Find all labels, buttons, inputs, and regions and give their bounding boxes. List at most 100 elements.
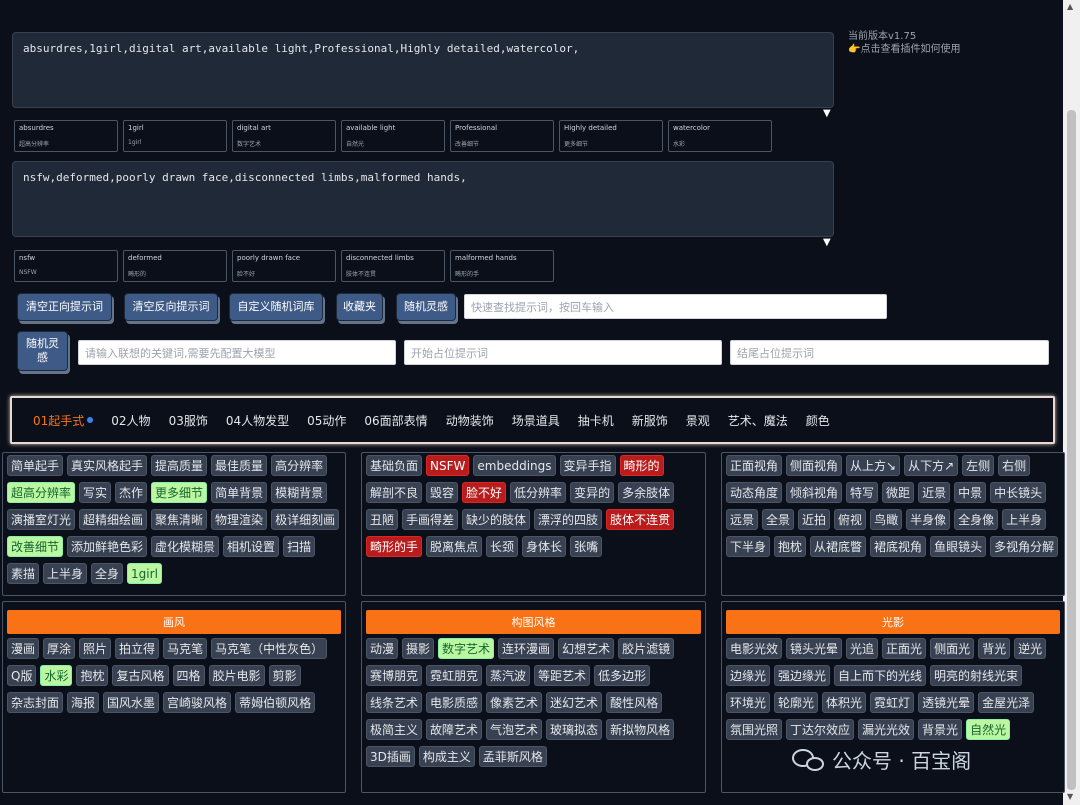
prompt-chip[interactable]: 构成主义: [418, 746, 475, 767]
prompt-chip[interactable]: 相机设置: [223, 536, 280, 557]
tab-1[interactable]: 02人物: [102, 412, 159, 429]
prompt-chip[interactable]: 毁容: [426, 482, 459, 503]
prompt-chip[interactable]: 极详细刻画: [271, 509, 340, 530]
prompt-chip[interactable]: 全身像: [954, 509, 999, 530]
tab-9[interactable]: 新服饰: [623, 412, 677, 429]
prompt-chip[interactable]: 畸形的手: [366, 536, 423, 557]
positive-tag[interactable]: digital art 数字艺术: [232, 120, 336, 152]
prompt-chip[interactable]: 透镜光晕: [918, 692, 975, 713]
prompt-chip[interactable]: 手画得差: [402, 509, 459, 530]
prompt-chip[interactable]: 素描: [7, 563, 40, 584]
prompt-chip[interactable]: 脸不好: [462, 482, 507, 503]
tab-5[interactable]: 06面部表情: [355, 412, 436, 429]
tab-12[interactable]: 颜色: [797, 412, 839, 429]
positive-tag[interactable]: Highly detailed 更多细节: [559, 120, 663, 152]
prompt-chip[interactable]: 漏光光效: [858, 719, 915, 740]
prompt-chip[interactable]: 改善细节: [7, 536, 64, 557]
prompt-chip[interactable]: 自然光: [966, 719, 1011, 740]
quick-search-input[interactable]: 快速查找提示词，按回车输入: [464, 294, 887, 319]
prompt-chip[interactable]: 近景: [918, 482, 951, 503]
random-inspiration-llm-button[interactable]: 随机灵感: [17, 331, 68, 371]
clear-negative-button[interactable]: 清空反向提示词: [124, 293, 218, 321]
prompt-chip[interactable]: 扫描: [283, 536, 316, 557]
prompt-chip[interactable]: 倾斜视角: [786, 482, 843, 503]
tab-10[interactable]: 景观: [677, 412, 719, 429]
prompt-chip[interactable]: NSFW: [426, 455, 470, 476]
prompt-chip[interactable]: 轮廓光: [774, 692, 819, 713]
prompt-chip[interactable]: 剪影: [268, 665, 301, 686]
positive-tag[interactable]: absurdres 超高分辨率: [14, 120, 118, 152]
prompt-chip[interactable]: 线条艺术: [366, 692, 423, 713]
prompt-chip[interactable]: 低分辨率: [510, 482, 567, 503]
prompt-chip[interactable]: embeddings: [473, 455, 556, 476]
tab-7[interactable]: 场景道具: [503, 412, 569, 429]
prompt-chip[interactable]: 气泡艺术: [486, 719, 543, 740]
prompt-chip[interactable]: 国风水墨: [103, 692, 160, 713]
prompt-chip[interactable]: 超高分辨率: [7, 482, 76, 503]
prompt-chip[interactable]: 幻想艺术: [558, 638, 615, 659]
prompt-chip[interactable]: 数字艺术: [438, 638, 495, 659]
prompt-chip[interactable]: 3D插画: [366, 746, 415, 767]
llm-keyword-input[interactable]: 请输入联想的关键词,需要先配置大模型: [78, 340, 396, 365]
tab-11[interactable]: 艺术、魔法: [719, 412, 797, 429]
prompt-chip[interactable]: 微距: [882, 482, 915, 503]
prompt-chip[interactable]: 特写: [846, 482, 879, 503]
prompt-chip[interactable]: 多视角分解: [990, 536, 1059, 557]
prompt-chip[interactable]: 蒂姆伯顿风格: [235, 692, 316, 713]
scroll-up-icon[interactable]: ▲: [1067, 2, 1073, 11]
prompt-chip[interactable]: 正面视角: [726, 455, 783, 476]
prompt-chip[interactable]: 超精细绘画: [79, 509, 148, 530]
prompt-chip[interactable]: 背景光: [918, 719, 963, 740]
prompt-chip[interactable]: 低多边形: [594, 665, 651, 686]
tab-6[interactable]: 动物装饰: [437, 412, 503, 429]
prompt-chip[interactable]: 真实风格起手: [67, 455, 148, 476]
prompt-chip[interactable]: 金屋光泽: [978, 692, 1035, 713]
prompt-chip[interactable]: 拍立得: [115, 638, 160, 659]
prompt-chip[interactable]: 变异的: [570, 482, 615, 503]
prompt-chip[interactable]: 逆光: [1014, 638, 1047, 659]
prompt-chip[interactable]: 身体长: [522, 536, 567, 557]
prompt-chip[interactable]: 半身像: [906, 509, 951, 530]
positive-tag[interactable]: 1girl 1girl: [123, 120, 227, 152]
prompt-chip[interactable]: 故障艺术: [426, 719, 483, 740]
prompt-chip[interactable]: 漫画: [7, 638, 40, 659]
prompt-chip[interactable]: 中景: [954, 482, 987, 503]
prompt-chip[interactable]: 孟菲斯风格: [478, 746, 547, 767]
prompt-chip[interactable]: 物理渲染: [211, 509, 268, 530]
prompt-chip[interactable]: 照片: [79, 638, 112, 659]
prompt-chip[interactable]: 多余肢体: [618, 482, 675, 503]
prompt-chip[interactable]: 抱枕: [76, 665, 109, 686]
favorites-button[interactable]: 收藏夹: [336, 293, 383, 321]
scroll-down-icon[interactable]: ▼: [1067, 792, 1073, 801]
prompt-chip[interactable]: 脱离焦点: [426, 536, 483, 557]
prompt-chip[interactable]: 杂志封面: [7, 692, 64, 713]
prompt-chip[interactable]: 解剖不良: [366, 482, 423, 503]
prompt-chip[interactable]: 模糊背景: [271, 482, 328, 503]
prompt-chip[interactable]: 张嘴: [570, 536, 603, 557]
prompt-chip[interactable]: 从上方↘: [846, 455, 901, 476]
prompt-chip[interactable]: 杰作: [115, 482, 148, 503]
scroll-thumb[interactable]: [1067, 110, 1076, 790]
start-placeholder-input[interactable]: 开始占位提示词: [404, 340, 722, 365]
prompt-chip[interactable]: 动态角度: [726, 482, 783, 503]
prompt-chip[interactable]: 高分辨率: [271, 455, 328, 476]
prompt-chip[interactable]: 简单起手: [7, 455, 64, 476]
prompt-chip[interactable]: 电影质感: [426, 692, 483, 713]
prompt-chip[interactable]: 四格: [172, 665, 205, 686]
prompt-chip[interactable]: 霓虹朋克: [426, 665, 483, 686]
prompt-chip[interactable]: 光追: [846, 638, 879, 659]
prompt-chip[interactable]: 鸟瞰: [870, 509, 903, 530]
prompt-chip[interactable]: 明亮的射线光束: [930, 665, 1023, 686]
prompt-chip[interactable]: 电影光效: [726, 638, 783, 659]
prompt-chip[interactable]: 连环漫画: [498, 638, 555, 659]
prompt-chip[interactable]: 畸形的: [619, 455, 664, 476]
prompt-chip[interactable]: 镜头光晕: [786, 638, 843, 659]
prompt-chip[interactable]: 简单背景: [211, 482, 268, 503]
prompt-chip[interactable]: 胶片滤镜: [618, 638, 675, 659]
prompt-chip[interactable]: 背光: [978, 638, 1011, 659]
prompt-chip[interactable]: 厚涂: [43, 638, 76, 659]
prompt-chip[interactable]: 新拟物风格: [606, 719, 675, 740]
prompt-chip[interactable]: 缺少的肢体: [462, 509, 531, 530]
prompt-chip[interactable]: 自上而下的光线: [834, 665, 927, 686]
prompt-chip[interactable]: 上半身: [1002, 509, 1047, 530]
